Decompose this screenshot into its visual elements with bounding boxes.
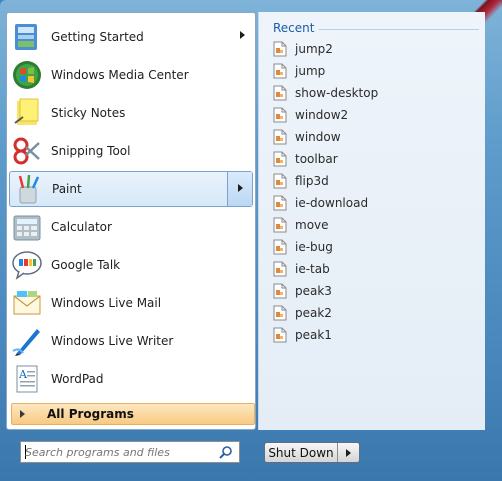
recent-item-label: jump [295,64,326,78]
program-windows-media-center[interactable]: Windows Media Center [9,57,253,93]
program-label: Paint [52,182,82,196]
recent-heading: Recent [273,21,315,35]
program-sticky-notes[interactable]: Sticky Notes [9,95,253,131]
calculator-icon [11,211,43,243]
program-getting-started[interactable]: Getting Started [9,19,253,55]
recent-item-label: ie-tab [295,262,330,276]
recent-item[interactable]: jump2 [273,38,473,60]
search-box[interactable] [20,441,240,463]
shutdown-options-arrow-icon[interactable] [346,448,351,457]
file-icon [273,195,287,211]
program-wordpad[interactable]: A WordPad [9,361,253,397]
wordpad-icon: A [11,363,43,395]
paint-jumplist-button[interactable] [227,172,252,206]
recent-item[interactable]: ie-tab [273,258,473,280]
start-menu: Getting Started Windows Media Center Sti… [0,0,502,481]
program-windows-live-writer[interactable]: Windows Live Writer [9,323,253,359]
paint-icon [12,173,44,205]
program-windows-live-mail[interactable]: Windows Live Mail [9,285,253,321]
search-icon[interactable] [219,445,233,459]
file-icon [273,129,287,145]
chevron-right-icon [238,184,243,192]
file-icon [273,261,287,277]
program-label: Snipping Tool [51,144,131,158]
recent-item-label: move [295,218,329,232]
recent-item-label: window [295,130,341,144]
recent-item-label: jump2 [295,42,333,56]
file-icon [273,63,287,79]
search-input[interactable] [25,444,213,460]
file-icon [273,305,287,321]
recent-item[interactable]: move [273,214,473,236]
snipping-tool-icon [11,135,43,167]
file-icon [273,283,287,299]
all-programs-button[interactable]: All Programs [11,403,255,425]
chevron-right-icon[interactable] [240,31,245,39]
program-label: Windows Live Mail [51,296,162,310]
shutdown-label: Shut Down [268,445,334,460]
recent-item-label: window2 [295,108,349,122]
all-programs-label: All Programs [47,407,134,421]
recent-divider [319,29,479,30]
recent-item-label: peak3 [295,284,332,298]
recent-item[interactable]: window [273,126,473,148]
recent-item[interactable]: ie-bug [273,236,473,258]
file-icon [273,85,287,101]
recent-item-label: show-desktop [295,86,379,100]
program-label: Windows Live Writer [51,334,174,348]
program-label: Calculator [51,220,112,234]
program-google-talk[interactable]: Google Talk [9,247,253,283]
recent-item-label: toolbar [295,152,338,166]
program-label: Windows Media Center [51,68,189,82]
sticky-notes-icon [11,97,43,129]
program-snipping-tool[interactable]: Snipping Tool [9,133,253,169]
recent-item-label: flip3d [295,174,329,188]
recent-item[interactable]: show-desktop [273,82,473,104]
pinned-programs-pane: Getting Started Windows Media Center Sti… [6,12,256,430]
recent-item-label: peak1 [295,328,332,342]
file-icon [273,327,287,343]
recent-items-pane: Recent jump2 jump show-desktop window2 windo… [258,12,485,430]
recent-item-label: peak2 [295,306,332,320]
program-label: Sticky Notes [51,106,126,120]
recent-item-label: ie-download [295,196,369,210]
windows-live-mail-icon [11,287,43,319]
file-icon [273,41,287,57]
recent-item[interactable]: jump [273,60,473,82]
recent-item[interactable]: peak3 [273,280,473,302]
file-icon [273,107,287,123]
file-icon [273,217,287,233]
shutdown-button[interactable]: Shut Down [264,442,360,463]
program-label: Getting Started [51,30,144,44]
recent-item[interactable]: peak2 [273,302,473,324]
svg-text:A: A [18,368,28,381]
recent-item[interactable]: window2 [273,104,473,126]
arrow-right-icon [20,410,25,418]
program-label: Google Talk [51,258,121,272]
program-calculator[interactable]: Calculator [9,209,253,245]
recent-item-label: ie-bug [295,240,333,254]
recent-item[interactable]: toolbar [273,148,473,170]
windows-media-center-icon [11,59,43,91]
shutdown-separator [337,443,338,462]
getting-started-icon [11,21,43,53]
file-icon [273,151,287,167]
google-talk-icon [11,249,43,281]
file-icon [273,173,287,189]
recent-item[interactable]: peak1 [273,324,473,346]
windows-live-writer-icon [11,325,43,357]
program-paint[interactable]: Paint [9,171,253,207]
recent-item[interactable]: ie-download [273,192,473,214]
recent-item[interactable]: flip3d [273,170,473,192]
file-icon [273,239,287,255]
program-label: WordPad [51,372,104,386]
